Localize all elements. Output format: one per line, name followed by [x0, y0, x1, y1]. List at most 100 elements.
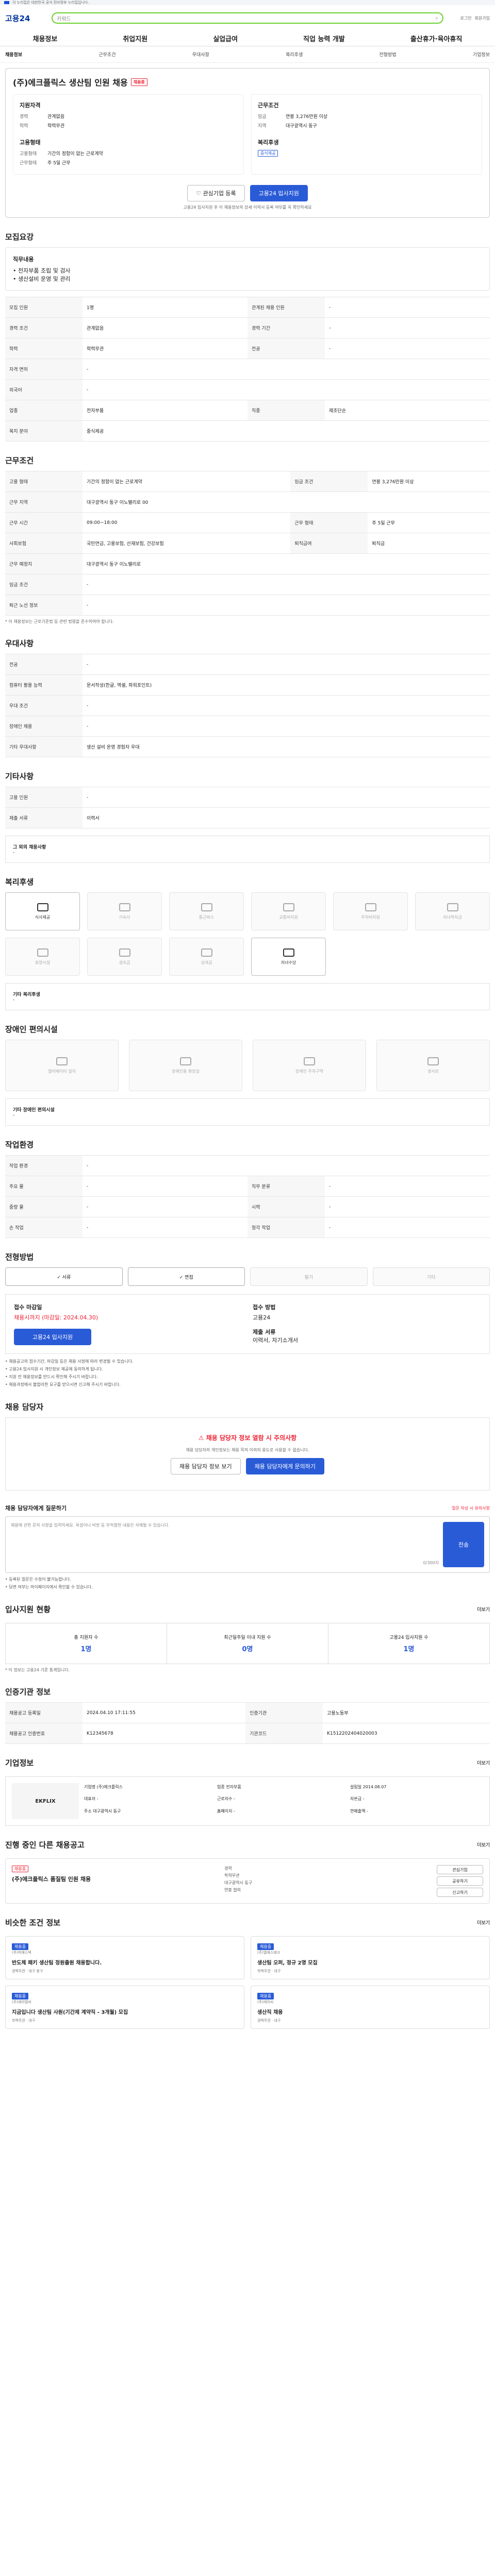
docs-title: 제출 서류 — [253, 1329, 276, 1335]
stats-more[interactable]: 더보기 — [477, 1606, 490, 1613]
cell-value: - — [82, 574, 291, 595]
search-placeholder: 키워드 — [57, 16, 71, 22]
cell-label: 퇴직급여 — [290, 533, 368, 554]
cond-box: 근무조건 임금 연봉 3,276만원 이상 지역 대구광역시 동구 복리후생 중식제… — [251, 94, 482, 175]
cond-title: 근무조건 — [258, 102, 279, 109]
gnb-item[interactable]: 취업지원 — [123, 33, 147, 43]
similar-meta: 경력무관 · 대구 — [257, 2019, 281, 2023]
table-row: 주요 물 - 직무 분류 - — [5, 1176, 490, 1197]
alert-icon: ⚠ — [198, 1434, 206, 1442]
report-button[interactable]: 신고하기 — [437, 1888, 483, 1897]
benefit-other-value: - — [13, 997, 15, 1003]
table-row: 자격 면허 - — [5, 359, 490, 380]
section-title: 채용 담당자 — [5, 1402, 44, 1412]
cell-value: - — [325, 297, 490, 318]
benefit-label: 성과급 — [201, 960, 212, 965]
status-badge: 채용중 — [130, 78, 147, 86]
corp-field: 홈페이지 - — [217, 1808, 235, 1814]
corp-field: 업종 전자부품 — [217, 1785, 241, 1789]
gnb: 채용정보 취업지원 실업급여 직업 능력 개발 출산휴가·육아휴직 — [0, 31, 495, 46]
cell-label: 관계된 채용 인원 — [248, 297, 325, 318]
login-link[interactable]: 로그인 — [460, 15, 471, 21]
benefit-other: 기타 복리후생 - — [5, 983, 490, 1010]
cell-value: 퇴직금 — [368, 533, 490, 554]
tab[interactable]: 전형방법 — [380, 51, 397, 58]
gnb-item[interactable]: 직업 능력 개발 — [303, 33, 345, 43]
task-item: • 생산설비 운영 및 관리 — [13, 276, 71, 282]
tab[interactable]: 복리후생 — [286, 51, 303, 58]
benefit-icon — [283, 948, 294, 957]
gnb-item[interactable]: 채용정보 — [33, 33, 58, 43]
cell-label: 근무 형태 — [290, 512, 368, 533]
cell-value — [325, 1155, 490, 1176]
similar-more[interactable]: 더보기 — [477, 1919, 490, 1926]
section-tabs: 채용정보 근무조건 우대사항 복리후생 전형방법 기업정보 — [0, 46, 495, 63]
job-card-title[interactable]: (주)에크플릭스 품질팀 인원 채용 — [12, 1875, 218, 1883]
similar-title[interactable]: 반도체 패키 생산팀 정원출원 채용합니다. — [12, 1958, 238, 1966]
apply-button[interactable]: 고용24 입사지원 — [250, 185, 308, 201]
qa-textarea[interactable]: 채용에 관한 문의 사항을 입력하세요. 욕설이나 비방 등 부적절한 내용은 … — [11, 1522, 439, 1567]
signup-link[interactable]: 회원가입 — [475, 15, 490, 21]
table-row: 업종 전자부품 직종 제조단순 — [5, 400, 490, 421]
ask-contact-button[interactable]: 채용 담당자에게 문의하기 — [245, 1458, 324, 1475]
logo[interactable]: 고용24 — [5, 13, 46, 24]
benefit-other-title: 기타 복리후생 — [13, 992, 40, 997]
cell-label: 퇴근 노선 정보 — [5, 595, 82, 616]
cell-label: 임금 조건 — [5, 574, 82, 595]
fav-button[interactable]: 관심기업 — [437, 1865, 483, 1874]
cell-value — [325, 379, 490, 400]
view-contact-button[interactable]: 채용 담당자 정보 보기 — [171, 1458, 241, 1475]
share-button[interactable]: 공유하기 — [437, 1876, 483, 1886]
cell-label: 청각 작업 — [248, 1217, 325, 1238]
status-badge: 채용중 — [12, 1866, 29, 1872]
like-button[interactable]: ♡ 관심기업 등록 — [187, 185, 245, 201]
search-icon[interactable]: ⌕ — [435, 15, 438, 21]
meta: 경력 — [224, 1866, 232, 1871]
cell-label: 고용 형태 — [5, 471, 82, 492]
similar-meta: 학력무관 · 대구 — [12, 2019, 36, 2023]
corp-field: 연매출액 - — [350, 1808, 368, 1814]
method-value: 고용24 — [253, 1314, 271, 1321]
disability-grid: 엘리베이터 설치 장애인용 화장실 장애인 주차구역 경사로 — [5, 1040, 490, 1091]
similar-company: (주)엘에스테크 — [257, 1951, 280, 1955]
type-title: 고용형태 — [20, 139, 41, 146]
cell-value: 대구광역시 동구 이노밸리로 00 — [82, 492, 291, 513]
apply-button-2[interactable]: 고용24 입사지원 — [14, 1329, 91, 1345]
corp-more[interactable]: 더보기 — [477, 1759, 490, 1766]
jobs-more[interactable]: 더보기 — [477, 1841, 490, 1848]
gnb-item[interactable]: 실업급여 — [213, 33, 238, 43]
deadline-value: 채용시까지 (마감일: 2024.04.30) — [14, 1314, 98, 1321]
kv-label: 근무형태 — [20, 161, 37, 166]
cell-value: - — [82, 595, 291, 616]
tab[interactable]: 우대사항 — [192, 51, 209, 58]
qa-send-button[interactable]: 전송 — [443, 1522, 484, 1567]
qa-hint[interactable]: 질문 작성 시 유의사항 — [452, 1505, 490, 1511]
facility-icon — [180, 1057, 191, 1065]
similar-card[interactable]: 채용중 (주)엘에스테크 생산팀 오퍼, 정규 2명 모집 학력무관 · 대구 — [251, 1936, 490, 1979]
similar-title[interactable]: 지금입니다 생산팀 사원(기간제 계약직 - 3개월) 모집 — [12, 2008, 238, 2015]
job-card[interactable]: 채용중 (주)에크플릭스 품질팀 인원 채용 경력 학력무관 대구광역시 동구 연봉 협… — [5, 1858, 490, 1904]
cell-value: 09:00~18:00 — [82, 512, 291, 533]
benefit-label: 자녀학자금 — [443, 914, 462, 920]
section-title: 복리후생 — [5, 877, 34, 887]
tab[interactable]: 기업정보 — [473, 51, 490, 58]
tab[interactable]: 근무조건 — [98, 51, 116, 58]
similar-card[interactable]: 채용중 (주)에이엠씨 지금입니다 생산팀 사원(기간제 계약직 - 3개월) 모집… — [5, 1986, 244, 2029]
search-input[interactable]: 키워드 ⌕ — [52, 12, 443, 24]
cell-value — [368, 492, 490, 513]
welfare-badge: 중식제공 — [258, 150, 278, 157]
gnb-item[interactable]: 출산휴가·육아휴직 — [410, 33, 463, 43]
apply-box: 접수 마감일 채용시까지 (마감일: 2024.04.30) 고용24 입사지원… — [5, 1294, 490, 1354]
similar-card[interactable]: 채용중 (주)에이씨 생산직 채용 경력무관 · 대구 — [251, 1986, 490, 2029]
similar-title[interactable]: 생산팀 오퍼, 정규 2명 모집 — [257, 1958, 483, 1966]
similar-card[interactable]: 채용중 (주)피에스텍 반도체 패키 생산팀 정원출원 채용합니다. 경력무관 · 대… — [5, 1936, 244, 1979]
table-row: 근무 지역 대구광역시 동구 이노밸리로 00 — [5, 492, 490, 513]
stat-item: 고용24 입사지원 수 1명 — [328, 1623, 489, 1664]
cell-label: 손 작업 — [5, 1217, 82, 1238]
table-row: 컴퓨터 활용 능력 문서작성(한글, 엑셀, 파워포인트) — [5, 674, 490, 696]
benefit-icon — [201, 948, 212, 957]
cell-label: 채용공고 등록일 — [5, 1702, 82, 1723]
cell-value: - — [82, 359, 248, 380]
tab[interactable]: 채용정보 — [5, 51, 22, 58]
similar-title[interactable]: 생산직 채용 — [257, 2008, 483, 2015]
